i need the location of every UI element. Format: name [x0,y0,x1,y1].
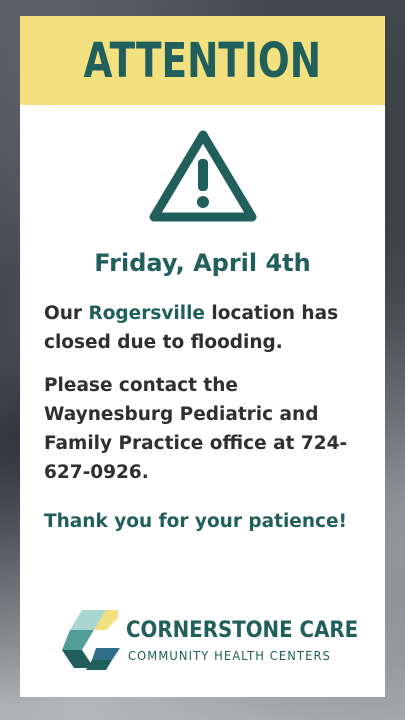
warning-triangle-icon [149,130,256,222]
thank-you-message: Thank you for your patience! [44,511,347,532]
notice-card: ATTENTION Friday, April 4th Our Rogersvi… [20,16,385,697]
cornerstone-logo: CORNERSTONE CARE COMMUNITY HEALTH CENTER… [62,608,358,673]
contact-message: Please contact the Waynesburg Pediatric … [44,375,348,483]
notice-date: Friday, April 4th [94,249,311,277]
attention-banner: ATTENTION [20,16,385,105]
logo-subtitle: COMMUNITY HEALTH CENTERS [128,648,331,663]
logo-name: CORNERSTONE CARE [126,618,359,643]
closure-message: Our Rogersville location has closed due … [44,299,362,357]
cornerstone-logo-mark-icon [62,610,120,670]
banner-title: ATTENTION [83,32,322,89]
closure-message-prefix: Our [44,303,89,324]
location-name: Rogersville [88,303,205,324]
